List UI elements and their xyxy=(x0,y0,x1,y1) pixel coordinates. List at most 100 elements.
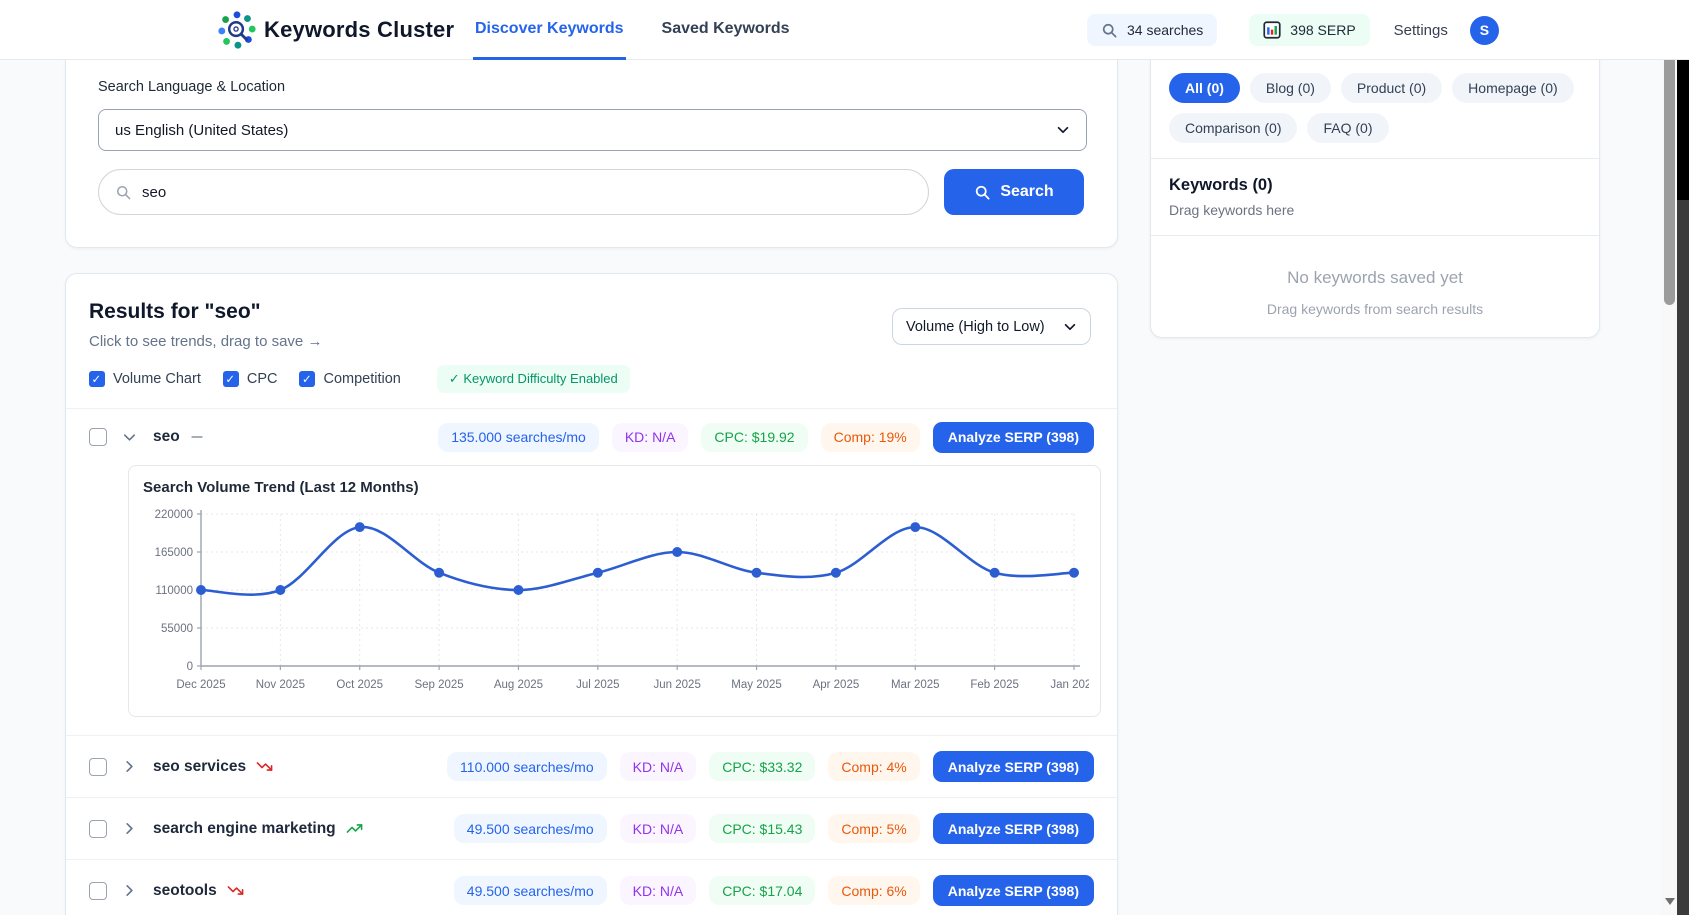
cpc-badge: CPC: $19.92 xyxy=(701,423,807,452)
category-tab-all[interactable]: All (0) xyxy=(1169,73,1240,103)
expand-chevron-icon[interactable] xyxy=(122,883,137,898)
chevron-down-icon xyxy=(1056,123,1070,137)
trend-flat-icon xyxy=(190,430,204,444)
search-button[interactable]: Search xyxy=(944,169,1084,215)
keyword-text[interactable]: seo services xyxy=(153,758,246,776)
svg-text:Sep 2025: Sep 2025 xyxy=(414,679,463,691)
checkbox-checked[interactable] xyxy=(299,371,315,387)
category-tab-faq[interactable]: FAQ (0) xyxy=(1307,113,1388,143)
keyword-row: seotools49.500 searches/moKD: N/ACPC: $1… xyxy=(66,859,1117,915)
header-right: 34 searches 398 SERP Settings S xyxy=(1087,0,1499,60)
competition-badge: Comp: 6% xyxy=(828,876,919,905)
keyword-search-input[interactable] xyxy=(142,184,912,201)
svg-text:165000: 165000 xyxy=(155,547,193,559)
keyword-text[interactable]: seotools xyxy=(153,882,217,900)
category-tab-homepage[interactable]: Homepage (0) xyxy=(1452,73,1574,103)
chart-svg: 055000110000165000220000Dec 2025Nov 2025… xyxy=(139,500,1089,712)
svg-text:May 2025: May 2025 xyxy=(731,679,782,691)
kd-badge: KD: N/A xyxy=(620,814,697,843)
svg-text:Jul 2025: Jul 2025 xyxy=(576,679,619,691)
keyword-row: seo services110.000 searches/moKD: N/ACP… xyxy=(66,735,1117,797)
toggle-volume-chart[interactable]: Volume Chart xyxy=(89,371,201,387)
results-header: Results for "seo" Click to see trends, d… xyxy=(66,274,1117,350)
keyword-search-box xyxy=(98,169,929,215)
category-tab-product[interactable]: Product (0) xyxy=(1341,73,1442,103)
analyze-serp-button[interactable]: Analyze SERP (398) xyxy=(933,422,1094,453)
language-select[interactable]: us English (United States) xyxy=(98,109,1087,151)
chevron-down-icon xyxy=(1063,320,1077,334)
expand-chevron-icon[interactable] xyxy=(122,821,137,836)
search-panel: Search Language & Location us English (U… xyxy=(65,30,1118,248)
toggle-cpc[interactable]: CPC xyxy=(223,371,278,387)
row-checkbox[interactable] xyxy=(89,882,107,900)
bar-chart-icon xyxy=(1263,21,1281,39)
svg-text:Jan 2025: Jan 2025 xyxy=(1050,679,1089,691)
svg-text:55000: 55000 xyxy=(161,623,193,635)
kd-badge: KD: N/A xyxy=(612,423,689,452)
results-panel: Results for "seo" Click to see trends, d… xyxy=(65,273,1118,915)
saved-keywords-panel: All (0) Blog (0) Product (0) Homepage (0) Co… xyxy=(1150,30,1600,338)
results-subtitle: Click to see trends, drag to save → xyxy=(89,333,322,350)
svg-text:Mar 2025: Mar 2025 xyxy=(891,679,940,691)
volume-badge: 110.000 searches/mo xyxy=(447,752,607,781)
user-avatar[interactable]: S xyxy=(1470,16,1499,45)
searches-count-badge: 34 searches xyxy=(1087,14,1217,46)
svg-text:Feb 2025: Feb 2025 xyxy=(970,679,1019,691)
row-checkbox[interactable] xyxy=(89,820,107,838)
svg-text:Apr 2025: Apr 2025 xyxy=(813,679,860,691)
collapse-chevron-icon[interactable] xyxy=(122,430,137,445)
svg-text:Dec 2025: Dec 2025 xyxy=(176,679,225,691)
empty-state-subtitle: Drag keywords from search results xyxy=(1151,288,1599,317)
expand-chevron-icon[interactable] xyxy=(122,759,137,774)
svg-text:Nov 2025: Nov 2025 xyxy=(256,679,305,691)
keyword-rows: seo135.000 searches/moKD: N/ACPC: $19.92… xyxy=(66,408,1117,915)
volume-badge: 49.500 searches/mo xyxy=(454,876,607,905)
volume-badge: 49.500 searches/mo xyxy=(454,814,607,843)
toggle-competition[interactable]: Competition xyxy=(299,371,400,387)
search-button-label: Search xyxy=(1000,183,1053,201)
kd-badge: KD: N/A xyxy=(620,752,697,781)
language-label: Search Language & Location xyxy=(98,79,285,95)
category-tab-blog[interactable]: Blog (0) xyxy=(1250,73,1331,103)
tab-discover-keywords[interactable]: Discover Keywords xyxy=(473,0,626,60)
screen-edge-strip xyxy=(1677,200,1689,915)
toggle-label: CPC xyxy=(247,371,278,387)
results-title: Results for "seo" xyxy=(89,300,322,324)
empty-state-title: No keywords saved yet xyxy=(1151,236,1599,288)
checkbox-checked[interactable] xyxy=(89,371,105,387)
analyze-serp-button[interactable]: Analyze SERP (398) xyxy=(933,813,1094,844)
row-badges: 49.500 searches/moKD: N/ACPC: $15.43Comp… xyxy=(454,813,1094,844)
scrollbar-down-arrow-icon[interactable] xyxy=(1665,898,1675,905)
scrollbar-thumb[interactable] xyxy=(1664,45,1675,305)
analyze-serp-button[interactable]: Analyze SERP (398) xyxy=(933,875,1094,906)
row-checkbox[interactable] xyxy=(89,428,107,446)
keywords-section-title: Keywords (0) xyxy=(1151,159,1599,195)
keyword-text[interactable]: seo xyxy=(153,428,180,446)
keyword-text[interactable]: search engine marketing xyxy=(153,820,336,838)
analyze-serp-button[interactable]: Analyze SERP (398) xyxy=(933,751,1094,782)
trend-down-icon xyxy=(227,882,244,899)
svg-text:0: 0 xyxy=(187,661,193,673)
searches-count-label: 34 searches xyxy=(1127,22,1203,38)
sort-select[interactable]: Volume (High to Low) xyxy=(892,308,1091,345)
cpc-badge: CPC: $15.43 xyxy=(709,814,815,843)
category-tab-comparison[interactable]: Comparison (0) xyxy=(1169,113,1297,143)
keyword-row: seo135.000 searches/moKD: N/ACPC: $19.92… xyxy=(66,408,1117,465)
checkbox-checked[interactable] xyxy=(223,371,239,387)
search-icon xyxy=(1101,22,1118,39)
kd-enabled-badge: ✓ Keyword Difficulty Enabled xyxy=(437,365,630,393)
trend-up-icon xyxy=(346,820,363,837)
trend-down-icon xyxy=(256,758,273,775)
serp-count-badge: 398 SERP xyxy=(1249,14,1369,46)
row-badges: 135.000 searches/moKD: N/ACPC: $19.92Com… xyxy=(438,422,1094,453)
sort-select-value: Volume (High to Low) xyxy=(906,319,1045,335)
keyword-row: search engine marketing 49.500 searches/m… xyxy=(66,797,1117,859)
toggle-label: Competition xyxy=(323,371,400,387)
svg-text:220000: 220000 xyxy=(155,509,193,521)
tab-saved-keywords[interactable]: Saved Keywords xyxy=(660,0,792,60)
language-select-value: us English (United States) xyxy=(115,122,288,139)
volume-trend-chart: Search Volume Trend (Last 12 Months)0550… xyxy=(128,465,1101,717)
row-checkbox[interactable] xyxy=(89,758,107,776)
serp-count-label: 398 SERP xyxy=(1290,22,1355,38)
settings-link[interactable]: Settings xyxy=(1394,22,1448,39)
